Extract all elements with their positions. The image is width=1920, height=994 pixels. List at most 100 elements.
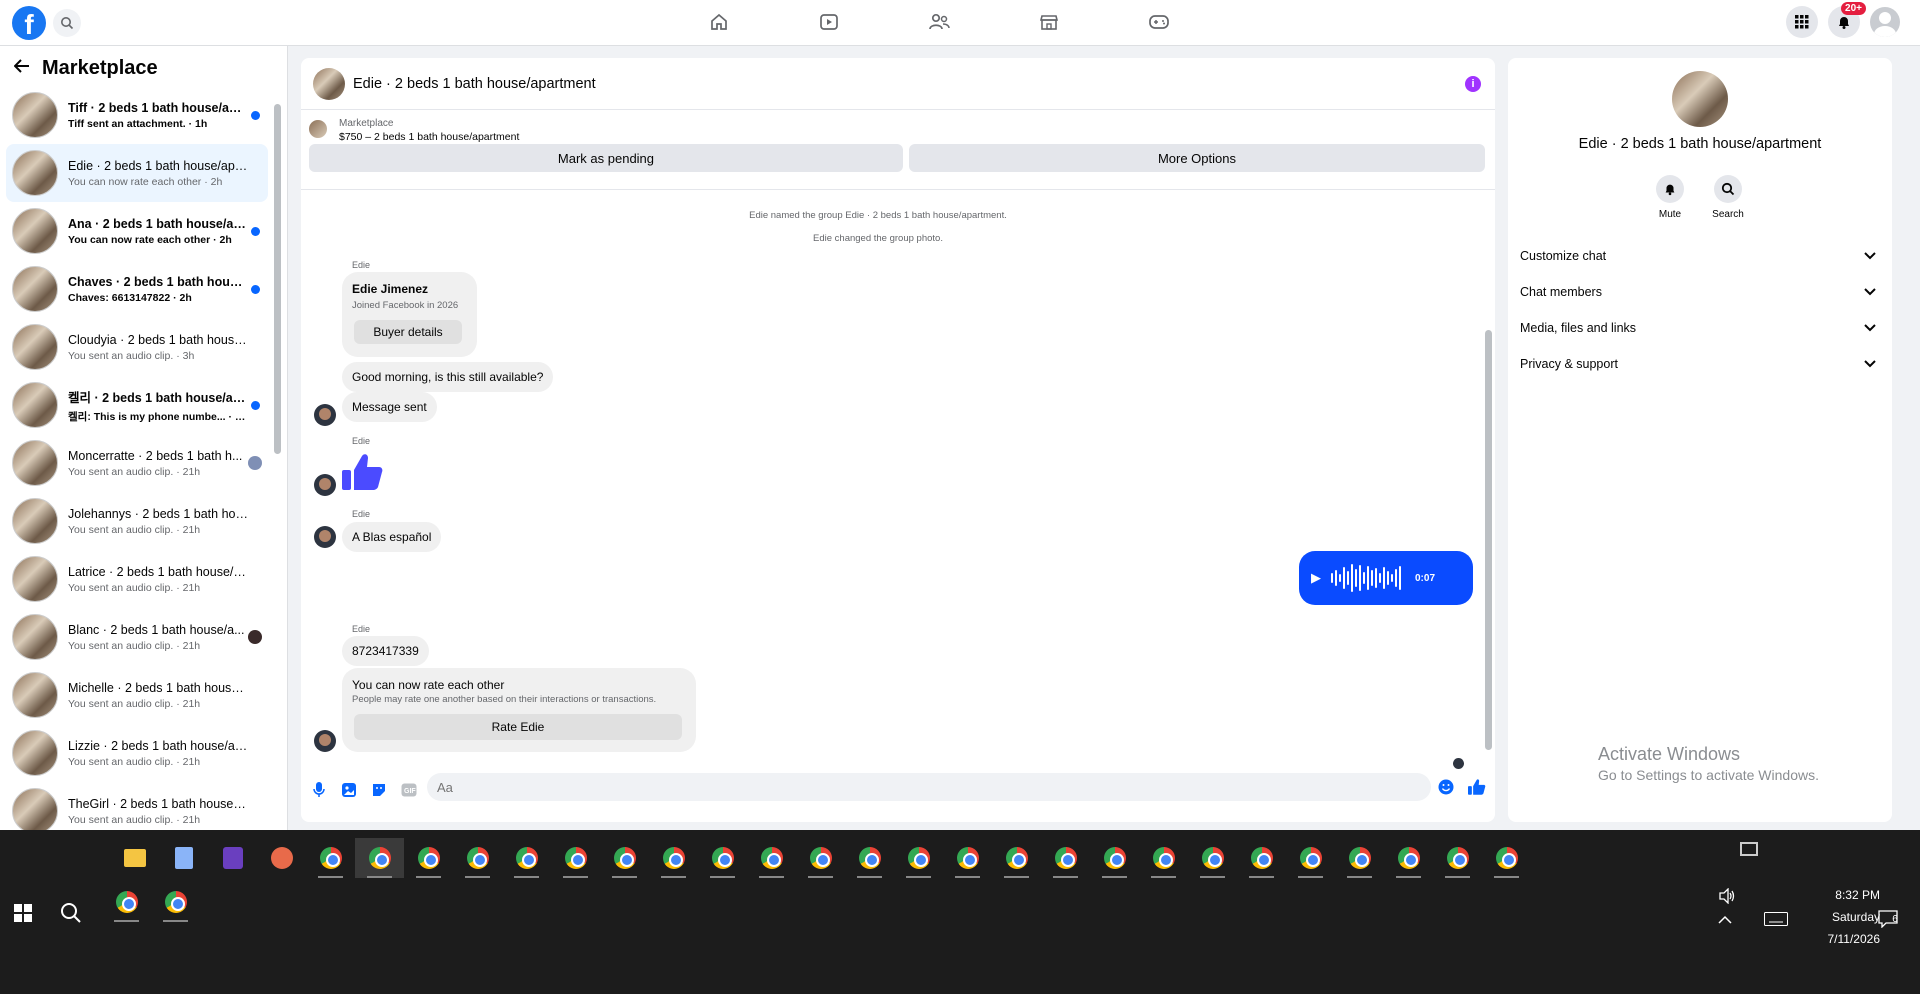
media-files-links-section[interactable]: Media, files and links (1520, 310, 1882, 346)
conversation-item[interactable]: Cloudyia · 2 beds 1 bath house/... You se… (6, 318, 268, 376)
chrome-icon[interactable] (747, 838, 796, 878)
conversation-item[interactable]: Tiff · 2 beds 1 bath house/apa... Tiff se… (6, 86, 268, 144)
chrome-icon[interactable] (698, 838, 747, 878)
home-icon[interactable] (707, 10, 731, 34)
chrome-icon[interactable] (1433, 838, 1482, 878)
chrome-icon[interactable] (796, 838, 845, 878)
search-button[interactable]: Search (1712, 175, 1744, 220)
like-icon[interactable] (1468, 778, 1486, 801)
chrome-icon[interactable] (306, 838, 355, 878)
chrome-icon[interactable] (1041, 838, 1090, 878)
keyboard-icon[interactable] (1764, 912, 1788, 931)
chrome-icon[interactable] (649, 838, 698, 878)
chrome-icon[interactable] (1188, 838, 1237, 878)
taskbar-search-icon[interactable] (60, 902, 82, 929)
rate-button[interactable]: Rate Edie (354, 714, 682, 740)
conversation-item[interactable]: 켈리 · 2 beds 1 bath house/ap... 켈리: This i… (6, 376, 268, 434)
back-arrow-icon[interactable] (13, 58, 30, 78)
chrome-icon[interactable] (992, 838, 1041, 878)
sender-avatar[interactable] (314, 730, 336, 752)
message-bubble: Message sent (342, 392, 437, 422)
conversation-item[interactable]: Moncerratte · 2 beds 1 bath h... You sent… (6, 434, 268, 492)
notifications-bell-icon[interactable]: 20+ (1828, 2, 1866, 38)
chrome-icon[interactable] (1090, 838, 1139, 878)
chrome-icon[interactable] (551, 838, 600, 878)
info-icon[interactable]: i (1465, 76, 1481, 92)
conversation-item[interactable]: Jolehannys · 2 beds 1 bath hous... You se… (6, 492, 268, 550)
chevron-up-icon[interactable] (1718, 912, 1732, 930)
conversation-item[interactable]: Lizzie · 2 beds 1 bath house/apa... You s… (6, 724, 268, 782)
chrome-icon[interactable] (943, 838, 992, 878)
listing-thumbnail[interactable] (309, 120, 327, 138)
microphone-icon[interactable] (309, 780, 329, 800)
chrome-icon[interactable] (502, 838, 551, 878)
notification-count: 6 (1892, 914, 1898, 925)
chrome-icon[interactable] (1286, 838, 1335, 878)
emoji-icon[interactable] (1438, 779, 1454, 800)
conversation-item[interactable]: Edie · 2 beds 1 bath house/apar... You ca… (6, 144, 268, 202)
sender-avatar[interactable] (314, 404, 336, 426)
search-icon[interactable] (53, 9, 81, 37)
menu-grid-icon[interactable] (1786, 6, 1818, 38)
message-input[interactable] (427, 773, 1431, 801)
sender-name: Edie (352, 436, 371, 446)
calculator-icon[interactable] (159, 838, 208, 878)
sender-avatar[interactable] (314, 526, 336, 548)
conversation-item[interactable]: Ana · 2 beds 1 bath house/apa... You can … (6, 202, 268, 260)
chrome-icon[interactable] (845, 838, 894, 878)
chat-avatar[interactable] (313, 67, 345, 100)
chrome-icon[interactable] (453, 838, 502, 878)
group-avatar[interactable] (1672, 71, 1728, 127)
page-scrollbar[interactable] (1906, 46, 1920, 830)
windows-start-icon[interactable] (14, 904, 32, 922)
chat-info-panel: Edie · 2 beds 1 bath house/apartment Mut… (1508, 58, 1892, 822)
friends-icon[interactable] (927, 10, 951, 34)
chrome-icon[interactable] (894, 838, 943, 878)
scrollbar-thumb[interactable] (274, 104, 281, 454)
chat-members-section[interactable]: Chat members (1520, 274, 1882, 310)
more-options-button[interactable]: More Options (908, 144, 1485, 172)
chrome-icon[interactable] (355, 838, 404, 878)
volume-icon[interactable] (1718, 887, 1736, 909)
chrome-icon[interactable] (1335, 838, 1384, 878)
paint-icon[interactable] (257, 838, 306, 878)
video-icon[interactable] (817, 10, 841, 34)
sender-avatar[interactable] (314, 474, 336, 496)
scrollbar-thumb[interactable] (1485, 330, 1492, 750)
chrome-icon[interactable] (1384, 838, 1433, 878)
chrome-icon[interactable] (600, 838, 649, 878)
chrome-icon[interactable] (1237, 838, 1286, 878)
sticker-icon[interactable] (369, 780, 389, 800)
play-icon[interactable]: ▶ (1311, 570, 1321, 586)
chrome-icon[interactable] (1482, 838, 1531, 878)
account-avatar[interactable] (1870, 7, 1900, 37)
sidebar-scrollbar[interactable] (273, 86, 281, 822)
facebook-logo[interactable]: f (12, 6, 46, 40)
buyer-details-button[interactable]: Buyer details (354, 320, 462, 344)
conversation-item[interactable]: Latrice · 2 beds 1 bath house/ap... You s… (6, 550, 268, 608)
chrome-icon[interactable] (1139, 838, 1188, 878)
rating-title: You can now rate each other (352, 678, 505, 692)
conversation-item[interactable]: Michelle · 2 beds 1 bath house/... You se… (6, 666, 268, 724)
mute-button[interactable]: Mute (1654, 175, 1686, 220)
show-desktop-icon[interactable] (1740, 842, 1758, 856)
photo-icon[interactable] (339, 780, 359, 800)
chrome-icon[interactable] (404, 838, 453, 878)
privacy-support-section[interactable]: Privacy & support (1520, 346, 1882, 382)
mark-as-pending-button[interactable]: Mark as pending (309, 144, 903, 172)
system-clock[interactable]: 8:32 PM Saturday 7/11/2026 (1790, 884, 1881, 950)
marketplace-icon[interactable] (1037, 10, 1061, 34)
conversation-item[interactable]: Blanc · 2 beds 1 bath house/a... You sent… (6, 608, 268, 666)
app-icon[interactable] (208, 838, 257, 878)
customize-chat-section[interactable]: Customize chat (1520, 238, 1882, 274)
chat-title[interactable]: Edie · 2 beds 1 bath house/apartment (353, 76, 596, 92)
gaming-icon[interactable] (1147, 10, 1171, 34)
file-explorer-icon[interactable] (110, 838, 159, 878)
chrome-icon[interactable] (102, 882, 151, 922)
listing-price[interactable]: $750 – 2 beds 1 bath house/apartment (339, 131, 519, 143)
gif-icon[interactable]: GIF (399, 780, 419, 800)
conversation-item[interactable]: Chaves · 2 beds 1 bath house/... Chaves: … (6, 260, 268, 318)
chat-scrollbar[interactable] (1483, 190, 1493, 764)
chrome-icon[interactable] (151, 882, 200, 922)
voice-message[interactable]: ▶ 0:07 (1299, 551, 1473, 605)
